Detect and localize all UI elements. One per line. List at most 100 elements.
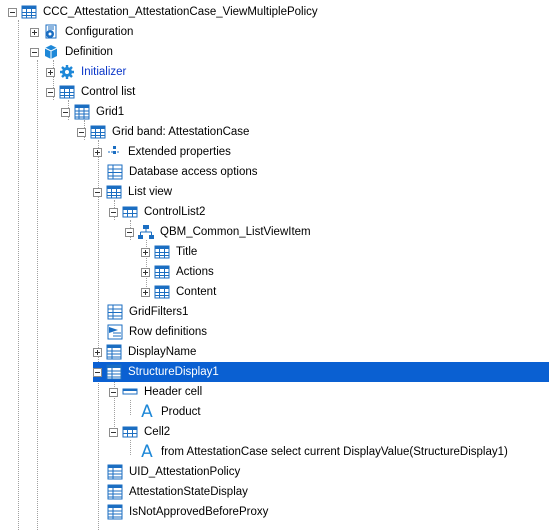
tree-guide <box>130 440 131 455</box>
tree-node-configuration[interactable]: Configuration <box>30 22 135 42</box>
tree-node-label: QBM_Common_ListViewItem <box>160 226 311 238</box>
gear-icon <box>59 64 75 80</box>
tree-node-label: Row definitions <box>129 326 207 338</box>
tree-node-actions[interactable]: Actions <box>141 262 216 282</box>
tree-view[interactable]: CCC_Attestation_AttestationCase_ViewMult… <box>0 0 549 530</box>
table-icon <box>107 484 123 500</box>
grid-icon <box>59 84 75 100</box>
tree-node-label: Initializer <box>81 66 127 78</box>
expand-toggle[interactable] <box>141 267 150 277</box>
tree-node-label: AttestationStateDisplay <box>129 486 248 498</box>
tree-node-root[interactable]: CCC_Attestation_AttestationCase_ViewMult… <box>8 2 320 22</box>
collapse-toggle[interactable] <box>8 7 17 17</box>
tree-node-label: IsNotApprovedBeforeProxy <box>129 506 269 518</box>
grid-icon <box>154 264 170 280</box>
tree-guide <box>130 400 131 415</box>
tree-node-isnotapprovedbeforeproxy[interactable]: IsNotApprovedBeforeProxy <box>107 502 270 522</box>
expand-toggle[interactable] <box>141 247 150 257</box>
row-definitions-icon <box>107 324 123 340</box>
collapse-toggle[interactable] <box>93 187 102 197</box>
tree-node-label: Grid1 <box>96 106 125 118</box>
tree-node-label: from AttestationCase select current Disp… <box>161 446 508 458</box>
grid-icon <box>122 424 138 440</box>
collapse-toggle[interactable] <box>61 107 70 117</box>
tree-node-label: Control list <box>81 86 136 98</box>
tree-guide <box>18 20 19 530</box>
table-icon <box>106 344 122 360</box>
collapse-toggle[interactable] <box>125 227 134 237</box>
tree-node-label: Extended properties <box>128 146 231 158</box>
tree-node-label: UID_AttestationPolicy <box>129 466 241 478</box>
configuration-icon <box>43 24 59 40</box>
tree-node-attestationstatedisplay[interactable]: AttestationStateDisplay <box>107 482 250 502</box>
tree-node-extended-properties[interactable]: Extended properties <box>93 142 233 162</box>
grid-icon <box>154 284 170 300</box>
tree-node-product[interactable]: A Product <box>139 402 203 422</box>
tree-node-title[interactable]: Title <box>141 242 199 262</box>
tree-node-label: Grid band: AttestationCase <box>112 126 250 138</box>
tree-node-label: Content <box>176 286 217 298</box>
tree-node-label: Title <box>176 246 198 258</box>
expand-toggle[interactable] <box>141 287 150 297</box>
tree-node-row-definitions[interactable]: Row definitions <box>107 322 209 342</box>
cube-icon <box>43 44 59 60</box>
table-icon <box>107 464 123 480</box>
tree-node-uid-attestationpolicy[interactable]: UID_AttestationPolicy <box>107 462 242 482</box>
tree-node-structuredisplay1-selected[interactable]: StructureDisplay1 <box>93 362 549 382</box>
tree-node-listviewitem[interactable]: QBM_Common_ListViewItem <box>125 222 313 242</box>
collapse-toggle[interactable] <box>30 47 39 57</box>
expand-toggle[interactable] <box>93 147 102 157</box>
table-icon <box>107 304 123 320</box>
collapse-toggle[interactable] <box>109 207 118 217</box>
tree-guide <box>37 60 38 530</box>
tree-node-label: Cell2 <box>144 426 171 438</box>
tree-node-label: Database access options <box>129 166 258 178</box>
text-a-icon: A <box>141 402 153 422</box>
tree-node-cell2-expression[interactable]: A from AttestationCase select current Di… <box>139 442 510 462</box>
grid-icon <box>74 104 90 120</box>
table-icon <box>107 504 123 520</box>
tree-node-control-list[interactable]: Control list <box>46 82 137 102</box>
expand-toggle[interactable] <box>93 347 102 357</box>
tree-node-gridfilters1[interactable]: GridFilters1 <box>107 302 190 322</box>
text-a-icon: A <box>141 442 153 462</box>
collapse-toggle[interactable] <box>46 87 55 97</box>
tree-node-label: Header cell <box>144 386 203 398</box>
tree-node-label: StructureDisplay1 <box>128 366 219 378</box>
tree-node-displayname[interactable]: DisplayName <box>93 342 198 362</box>
tree-node-grid-band[interactable]: Grid band: AttestationCase <box>77 122 251 142</box>
tree-node-initializer[interactable]: Initializer <box>46 62 128 82</box>
tree-node-label: Configuration <box>65 26 134 38</box>
tree-node-label: Definition <box>65 46 113 58</box>
grid-icon <box>90 124 106 140</box>
tree-node-label: List view <box>128 186 173 198</box>
tree-node-content[interactable]: Content <box>141 282 218 302</box>
tree-node-controllist2[interactable]: ControlList2 <box>109 202 207 222</box>
tree-node-label: Product <box>161 406 201 418</box>
expand-toggle[interactable] <box>46 67 55 77</box>
grid-icon <box>154 244 170 260</box>
collapse-toggle[interactable] <box>109 387 118 397</box>
tree-node-label: ControlList2 <box>144 206 206 218</box>
table-icon <box>107 164 123 180</box>
tree-node-label: DisplayName <box>128 346 197 358</box>
grid-icon <box>21 4 37 20</box>
header-cell-icon <box>122 384 138 400</box>
grid-icon <box>122 204 138 220</box>
collapse-toggle[interactable] <box>77 127 86 137</box>
tree-node-grid1[interactable]: Grid1 <box>61 102 126 122</box>
collapse-toggle[interactable] <box>109 427 118 437</box>
tree-node-header-cell[interactable]: Header cell <box>109 382 204 402</box>
tree-node-definition[interactable]: Definition <box>30 42 115 62</box>
properties-icon <box>106 144 122 160</box>
tree-node-cell2[interactable]: Cell2 <box>109 422 172 442</box>
tree-node-list-view[interactable]: List view <box>93 182 174 202</box>
tree-node-database-access-options[interactable]: Database access options <box>107 162 260 182</box>
tree-node-label: Actions <box>176 266 214 278</box>
hierarchy-icon <box>138 224 154 240</box>
expand-toggle[interactable] <box>30 27 39 37</box>
tree-node-label: GridFilters1 <box>129 306 189 318</box>
tree-node-label: CCC_Attestation_AttestationCase_ViewMult… <box>43 6 318 18</box>
table-icon <box>106 364 122 380</box>
collapse-toggle[interactable] <box>93 367 102 377</box>
